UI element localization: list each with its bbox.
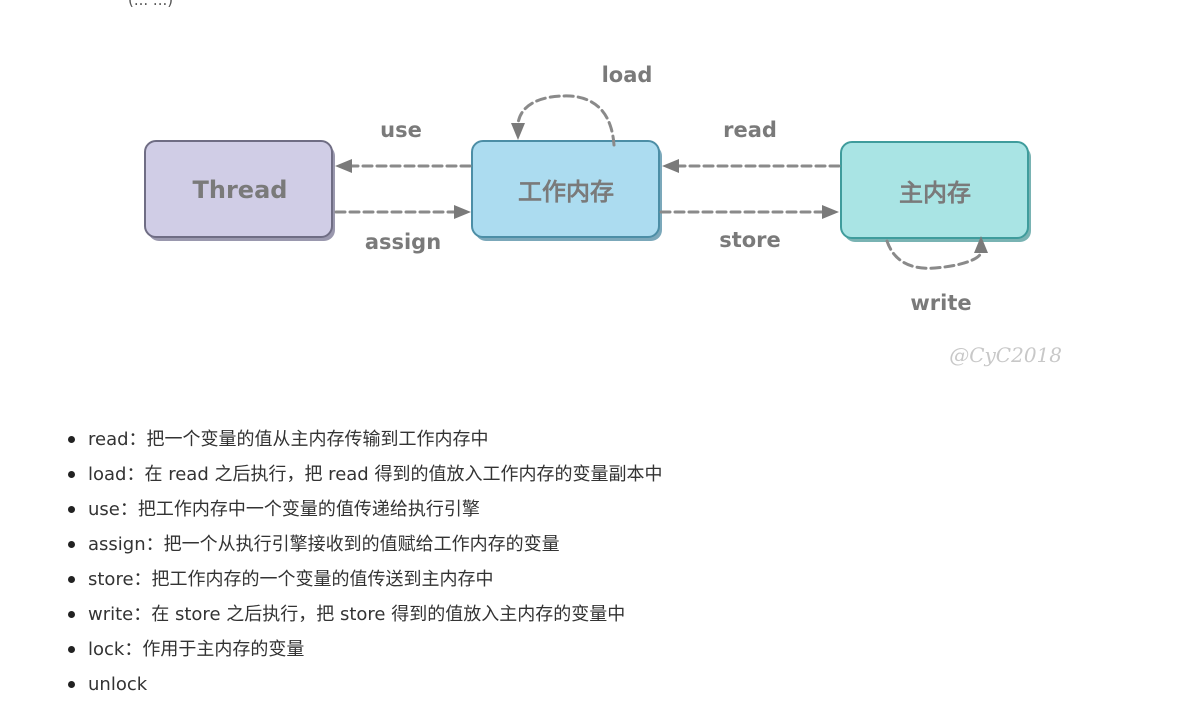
main-memory-node: 主内存	[840, 141, 1031, 242]
thread-label: Thread	[193, 176, 288, 204]
list-item: read：把一个变量的值从主内存传输到工作内存中	[67, 422, 662, 457]
memory-interaction-diagram: Thread 工作内存 主内存 use assign read store lo…	[0, 0, 1200, 400]
thread-node: Thread	[144, 140, 335, 241]
operation-description: ：把一个从执行引擎接收到的值赋给工作内存的变量	[145, 534, 560, 555]
operation-description: ：把工作内存的一个变量的值传送到主内存中	[133, 569, 494, 590]
list-item: write：在 store 之后执行，把 store 得到的值放入主内存的变量中	[67, 597, 662, 632]
operation-name: assign	[88, 534, 146, 555]
assign-label: assign	[365, 230, 441, 254]
operation-description: ：把工作内存中一个变量的值传递给执行引擎	[119, 499, 480, 520]
list-item: assign：把一个从执行引擎接收到的值赋给工作内存的变量	[67, 527, 662, 562]
operation-description: ：把一个变量的值从主内存传输到工作内存中	[128, 429, 489, 450]
list-item: lock：作用于主内存的变量	[67, 632, 662, 667]
list-item: unlock	[67, 667, 662, 702]
operation-name: read	[88, 429, 129, 450]
operation-name: use	[88, 499, 120, 520]
operation-name: store	[88, 569, 134, 590]
operation-description: ：在 read 之后执行，把 read 得到的值放入工作内存的变量副本中	[126, 464, 663, 485]
assign-arrow	[334, 205, 471, 219]
load-arrow	[511, 94, 616, 147]
watermark: @CyC2018	[949, 343, 1062, 367]
list-item: use：把工作内存中一个变量的值传递给执行引擎	[67, 492, 662, 527]
working-memory-label: 工作内存	[518, 178, 614, 206]
working-memory-node: 工作内存	[471, 140, 662, 241]
store-arrow	[659, 205, 839, 219]
use-label: use	[380, 118, 422, 142]
operation-description: ：在 store 之后执行，把 store 得到的值放入主内存的变量中	[133, 604, 626, 625]
list-item: load：在 read 之后执行，把 read 得到的值放入工作内存的变量副本中	[67, 457, 663, 492]
operation-name: write	[88, 604, 134, 625]
operation-list: read：把一个变量的值从主内存传输到工作内存中 load：在 read 之后执…	[60, 422, 662, 702]
operation-name: lock	[88, 639, 125, 660]
write-label: write	[910, 291, 971, 315]
store-label: store	[719, 228, 781, 252]
read-label: read	[723, 118, 777, 142]
load-label: load	[602, 63, 653, 87]
operation-description: ：作用于主内存的变量	[124, 639, 305, 660]
list-item: store：把工作内存的一个变量的值传送到主内存中	[67, 562, 662, 597]
read-arrow	[662, 159, 841, 173]
use-arrow	[335, 159, 472, 173]
operation-name: load	[88, 464, 127, 485]
main-memory-label: 主内存	[899, 179, 971, 207]
operation-name: unlock	[88, 674, 148, 695]
